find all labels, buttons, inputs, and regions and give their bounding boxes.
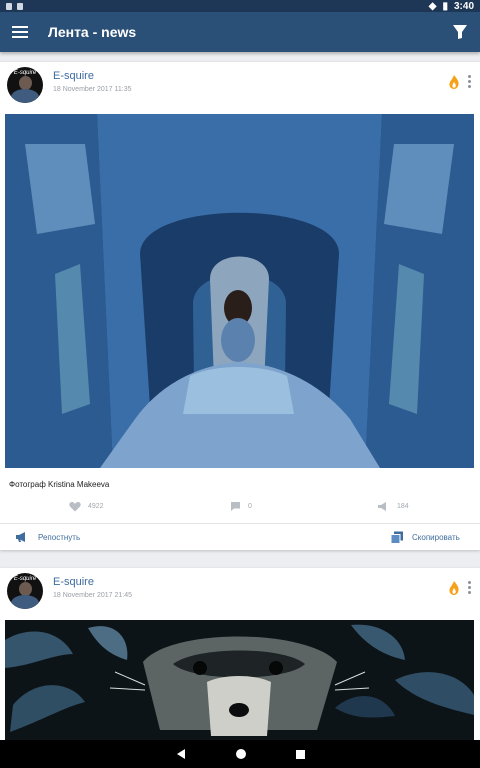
- comment-button[interactable]: 0: [230, 501, 252, 512]
- avatar[interactable]: E-squire: [7, 573, 43, 609]
- post-header: E-squire E-squire 18 November 2017 11:35: [0, 62, 480, 114]
- app-bar: Лента - news: [0, 12, 480, 52]
- likes-count: 4922: [88, 503, 104, 510]
- sd-card-icon: [17, 2, 23, 10]
- status-bar: ◆ ▮ 3:40: [0, 0, 480, 12]
- post-stats: 4922 0 184: [0, 498, 480, 520]
- repost-label: Репостнуть: [38, 532, 81, 542]
- copy-button[interactable]: Скопировать: [390, 531, 460, 544]
- more-icon[interactable]: [468, 581, 471, 594]
- avatar-shirt: [11, 595, 39, 609]
- post-caption: Фотограф Kristina Makeeva: [9, 480, 110, 489]
- filter-icon[interactable]: [452, 24, 468, 40]
- news-feed[interactable]: E-squire E-squire 18 November 2017 11:35: [0, 52, 480, 740]
- post-author[interactable]: E-squire: [53, 70, 94, 82]
- post-header: E-squire E-squire 18 November 2017 21:45: [0, 568, 480, 620]
- menu-icon[interactable]: [12, 26, 28, 38]
- post-author[interactable]: E-squire: [53, 576, 94, 588]
- heart-icon: [69, 502, 81, 512]
- battery-icon: ▮: [442, 0, 448, 12]
- post-card: E-squire E-squire 18 November 2017 21:45: [0, 568, 480, 740]
- notification-icon: [6, 2, 12, 10]
- hot-icon: [449, 581, 459, 595]
- page-title: Лента - news: [48, 24, 137, 40]
- megaphone-icon: [16, 532, 25, 542]
- copy-label: Скопировать: [412, 533, 460, 542]
- avatar[interactable]: E-squire: [7, 67, 43, 103]
- home-icon[interactable]: [235, 748, 247, 760]
- repost-count-button[interactable]: 184: [377, 501, 409, 512]
- recents-icon[interactable]: [295, 749, 306, 760]
- post-date: 18 November 2017 21:45: [53, 592, 132, 599]
- back-icon[interactable]: [175, 748, 187, 760]
- status-time: 3:40: [453, 0, 474, 12]
- reposts-count: 184: [397, 503, 409, 510]
- more-icon[interactable]: [468, 75, 471, 88]
- system-nav-bar: [0, 740, 480, 768]
- post-photo[interactable]: [5, 114, 474, 468]
- avatar-face: [19, 582, 32, 596]
- repost-button[interactable]: Репостнуть: [15, 531, 80, 543]
- like-button[interactable]: 4922: [69, 501, 104, 512]
- post-date: 18 November 2017 11:35: [53, 86, 132, 93]
- post-card: E-squire E-squire 18 November 2017 11:35: [0, 62, 480, 550]
- hot-icon: [449, 75, 459, 89]
- avatar-shirt: [11, 89, 39, 103]
- avatar-face: [19, 76, 32, 90]
- post-actions: Репостнуть Скопировать: [0, 523, 480, 550]
- wifi-icon: ◆: [428, 0, 437, 12]
- repost-icon: [378, 502, 386, 511]
- comment-icon: [231, 502, 240, 511]
- copy-icon: [390, 531, 403, 544]
- post-photo[interactable]: [5, 620, 474, 740]
- comments-count: 0: [248, 503, 252, 510]
